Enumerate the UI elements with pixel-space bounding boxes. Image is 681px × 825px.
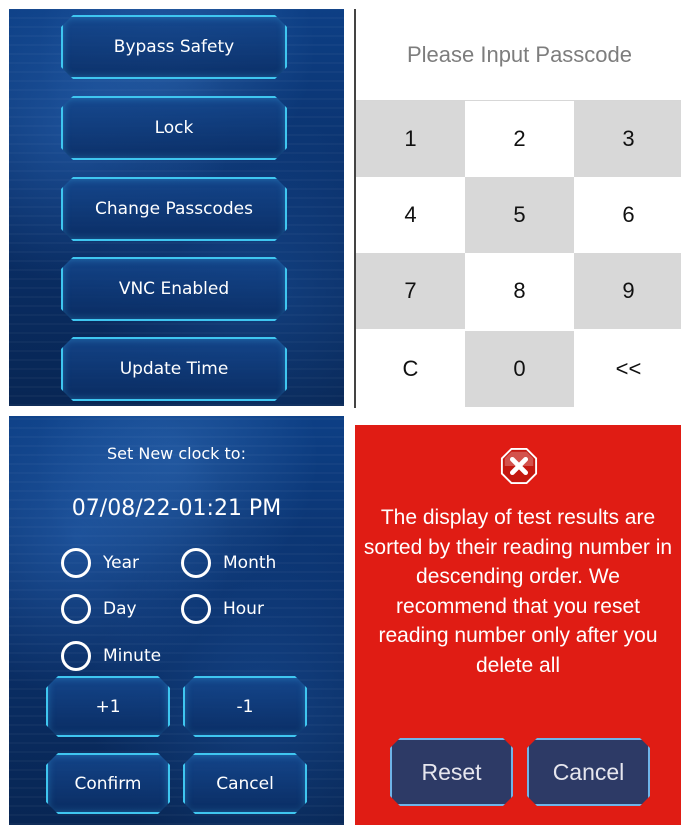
clock-value: 07/08/22-01:21 PM — [71, 496, 282, 521]
radio-minute-label: Minute — [103, 646, 162, 666]
key-9[interactable]: 9 — [574, 253, 681, 329]
settings-menu-panel: Bypass Safety Lock Change Passcodes VNC … — [9, 9, 344, 406]
key-2[interactable]: 2 — [465, 101, 574, 177]
reset-button[interactable]: Reset — [390, 738, 513, 806]
radio-year[interactable]: Year — [61, 548, 139, 578]
radio-minute[interactable]: Minute — [61, 641, 161, 671]
radio-year-label: Year — [103, 553, 139, 573]
radio-month[interactable]: Month — [181, 548, 276, 578]
confirm-button[interactable]: Confirm — [46, 753, 170, 814]
error-dialog-panel: The display of test results are sorted b… — [355, 425, 681, 825]
radio-circle-icon — [181, 594, 211, 624]
decrement-button[interactable]: -1 — [183, 676, 307, 737]
key-8[interactable]: 8 — [465, 253, 574, 329]
radio-month-label: Month — [223, 553, 277, 573]
radio-circle-icon — [61, 548, 91, 578]
error-x-icon — [500, 447, 538, 485]
radio-day[interactable]: Day — [61, 594, 137, 624]
key-1[interactable]: 1 — [356, 101, 465, 177]
key-clear[interactable]: C — [356, 331, 465, 407]
radio-circle-icon — [61, 594, 91, 624]
key-0[interactable]: 0 — [465, 331, 574, 407]
radio-hour[interactable]: Hour — [181, 594, 264, 624]
bypass-safety-button[interactable]: Bypass Safety — [61, 15, 287, 79]
key-5[interactable]: 5 — [465, 177, 574, 253]
passcode-field-container — [356, 9, 681, 101]
clock-dialog-title: Set New clock to: — [107, 444, 246, 463]
increment-button[interactable]: +1 — [46, 676, 170, 737]
radio-circle-icon — [61, 641, 91, 671]
error-cancel-button[interactable]: Cancel — [527, 738, 650, 806]
key-6[interactable]: 6 — [574, 177, 681, 253]
cancel-button[interactable]: Cancel — [183, 753, 307, 814]
vnc-enabled-button[interactable]: VNC Enabled — [61, 257, 287, 321]
key-7[interactable]: 7 — [356, 253, 465, 329]
change-passcodes-button[interactable]: Change Passcodes — [61, 177, 287, 241]
update-time-button[interactable]: Update Time — [61, 337, 287, 401]
radio-day-label: Day — [103, 599, 137, 619]
lock-button[interactable]: Lock — [61, 96, 287, 160]
radio-circle-icon — [181, 548, 211, 578]
key-3[interactable]: 3 — [574, 101, 681, 177]
set-clock-panel: Set New clock to: 07/08/22-01:21 PM Year… — [9, 416, 344, 825]
error-message: The display of test results are sorted b… — [363, 506, 673, 677]
radio-hour-label: Hour — [223, 599, 264, 619]
key-4[interactable]: 4 — [356, 177, 465, 253]
key-backspace[interactable]: << — [574, 331, 681, 407]
passcode-input[interactable] — [356, 40, 681, 69]
passcode-keypad-panel: 1 2 3 4 5 6 7 8 9 C 0 << — [354, 9, 681, 408]
